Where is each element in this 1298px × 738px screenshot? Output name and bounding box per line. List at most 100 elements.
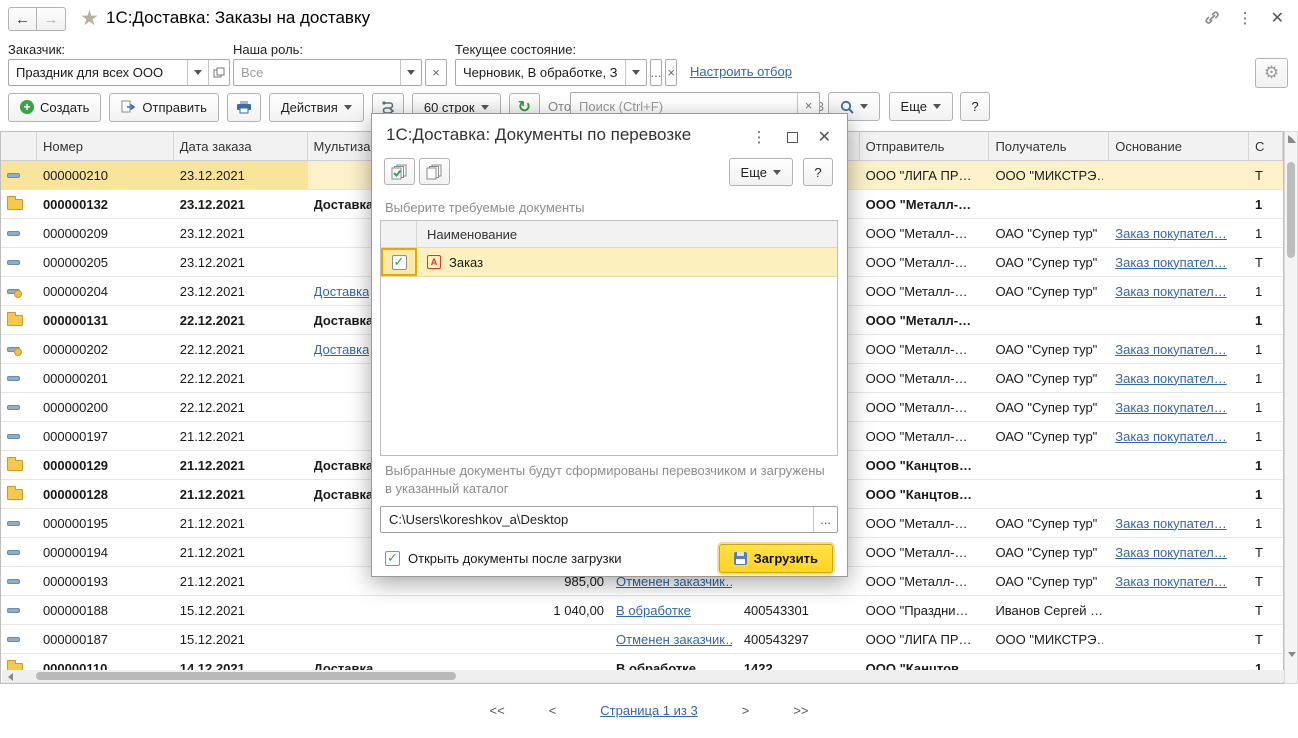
column-header-basis[interactable]: Основание — [1109, 132, 1249, 160]
actions-button[interactable]: Действия — [269, 93, 364, 122]
status-link[interactable]: Отменен заказчик… — [616, 632, 732, 647]
scroll-down-icon[interactable] — [1288, 652, 1296, 657]
customer-filter-field[interactable]: Праздник для всех ООО — [8, 59, 230, 86]
cell-sender: ООО "Металл-… — [860, 219, 990, 247]
role-dropdown-button[interactable] — [400, 60, 421, 85]
sender-text: ООО "Металл-… — [866, 226, 968, 241]
vertical-scroll-thumb[interactable] — [1287, 162, 1295, 258]
table-row[interactable]: 00000018715.12.2021Отменен заказчик…4005… — [1, 625, 1283, 654]
column-header-sender[interactable]: Отправитель — [860, 132, 990, 160]
table-row[interactable]: 00000018815.12.20211 040,00В обработке40… — [1, 596, 1283, 625]
browse-button[interactable]: ... — [813, 507, 837, 532]
configure-filter-link[interactable]: Настроить отбор — [690, 64, 792, 79]
order-document-icon — [7, 434, 20, 439]
help-icon: ? — [971, 99, 978, 114]
role-filter-field[interactable]: Все — [233, 59, 422, 86]
dialog-maximize-icon[interactable] — [787, 132, 798, 143]
cell-basis — [1109, 190, 1249, 218]
state-dropdown-button[interactable] — [625, 60, 646, 85]
pagination-prev[interactable]: < — [549, 703, 557, 718]
column-header-num[interactable]: Номер — [37, 132, 174, 160]
cell-last: 1 — [1249, 306, 1283, 334]
multi-link[interactable]: Доставка — [314, 342, 370, 357]
num-text: 000000194 — [43, 545, 108, 560]
send-button[interactable]: Отправить — [109, 93, 218, 122]
basis-link[interactable]: Заказ покупател… — [1115, 371, 1227, 386]
print-button[interactable] — [227, 93, 261, 122]
pagination-last[interactable]: >> — [793, 703, 808, 718]
open-after-checkbox-row[interactable]: Открыть документы после загрузки — [385, 551, 622, 566]
more-button[interactable]: Еще — [889, 92, 953, 121]
receiver-text: ОАО "Супер тур" — [995, 545, 1097, 560]
dialog-close-icon[interactable]: ✕ — [818, 127, 831, 147]
document-list-item[interactable]: A Заказ — [381, 248, 837, 277]
multi-text: Доставка — [314, 197, 374, 212]
pagination-first[interactable]: << — [490, 703, 505, 718]
cell-num: 000000193 — [37, 567, 174, 595]
cell-sender: ООО "Металл-… — [860, 335, 990, 363]
state-clear-button[interactable]: × — [665, 59, 677, 86]
state-choose-button[interactable]: ... — [650, 59, 663, 86]
cell-sender: ООО "Металл-… — [860, 393, 990, 421]
status-link[interactable]: В обработке — [616, 603, 691, 618]
customer-open-button[interactable] — [208, 60, 229, 85]
basis-link[interactable]: Заказ покупател… — [1115, 284, 1227, 299]
select-all-button[interactable] — [384, 158, 415, 185]
horizontal-scrollbar[interactable] — [2, 670, 1284, 682]
cell-date: 22.12.2021 — [174, 306, 308, 334]
receiver-text: Иванов Сергей … — [995, 603, 1103, 618]
basis-link[interactable]: Заказ покупател… — [1115, 429, 1227, 444]
download-path-field[interactable]: ... — [380, 506, 838, 533]
state-filter-field[interactable]: Черновик, В обработке, З — [455, 59, 647, 86]
cell-status: В обработке — [610, 596, 738, 624]
vertical-scrollbar[interactable] — [1284, 131, 1298, 684]
cell-sender: ООО "Праздни… — [860, 596, 990, 624]
search-input[interactable] — [571, 99, 797, 114]
document-checkbox-cell[interactable] — [381, 248, 417, 276]
pagination-current-link[interactable]: Страница 1 из 3 — [600, 703, 697, 718]
forward-button[interactable]: → — [37, 7, 66, 31]
checkbox-checked-icon[interactable] — [392, 255, 407, 270]
basis-link[interactable]: Заказ покупател… — [1115, 400, 1227, 415]
basis-link[interactable]: Заказ покупател… — [1115, 255, 1227, 270]
date-text: 23.12.2021 — [180, 284, 245, 299]
basis-link[interactable]: Заказ покупател… — [1115, 574, 1227, 589]
column-header-icon[interactable] — [1, 132, 37, 160]
settings-button[interactable]: ⚙ — [1255, 58, 1288, 88]
scroll-right-icon[interactable] — [1288, 135, 1293, 143]
basis-link[interactable]: Заказ покупател… — [1115, 545, 1227, 560]
create-button[interactable]: + Создать — [8, 93, 101, 122]
window-close-icon[interactable]: ✕ — [1271, 8, 1284, 28]
customer-dropdown-button[interactable] — [187, 60, 208, 85]
load-button[interactable]: Загрузить — [719, 544, 833, 573]
basis-link[interactable]: Заказ покупател… — [1115, 516, 1227, 531]
scroll-left-icon[interactable] — [8, 673, 13, 681]
back-button[interactable]: ← — [8, 7, 37, 31]
role-clear-button[interactable]: × — [425, 59, 447, 86]
cell-receiver: ОАО "Супер тур" — [989, 335, 1109, 363]
get-link-icon[interactable] — [1203, 10, 1220, 27]
column-header-date[interactable]: Дата заказа — [174, 132, 308, 160]
dialog-menu-icon[interactable]: ⋮ — [752, 128, 767, 146]
window-menu-icon[interactable]: ⋮ — [1238, 9, 1253, 27]
dialog-more-button[interactable]: Еще — [729, 158, 793, 186]
column-header-receiver[interactable]: Получатель — [989, 132, 1109, 160]
row-icon-cell — [1, 393, 37, 421]
cell-num: 000000128 — [37, 480, 174, 508]
date-text: 21.12.2021 — [180, 574, 245, 589]
basis-link[interactable]: Заказ покупател… — [1115, 226, 1227, 241]
favorite-star-icon[interactable]: ★ — [80, 6, 99, 31]
help-button[interactable]: ? — [960, 92, 990, 121]
download-path-input[interactable] — [381, 507, 813, 532]
deselect-all-button[interactable] — [419, 158, 450, 185]
dialog-help-button[interactable]: ? — [803, 158, 833, 186]
horizontal-scroll-thumb[interactable] — [36, 672, 456, 680]
checkbox-checked-icon[interactable] — [385, 551, 400, 566]
multi-link[interactable]: Доставка — [314, 284, 370, 299]
cell-basis — [1109, 306, 1249, 334]
order-document-icon — [7, 579, 20, 584]
basis-link[interactable]: Заказ покупател… — [1115, 342, 1227, 357]
last-text: Т — [1255, 632, 1263, 647]
column-header-last[interactable]: С — [1249, 132, 1283, 160]
pagination-next[interactable]: > — [742, 703, 750, 718]
